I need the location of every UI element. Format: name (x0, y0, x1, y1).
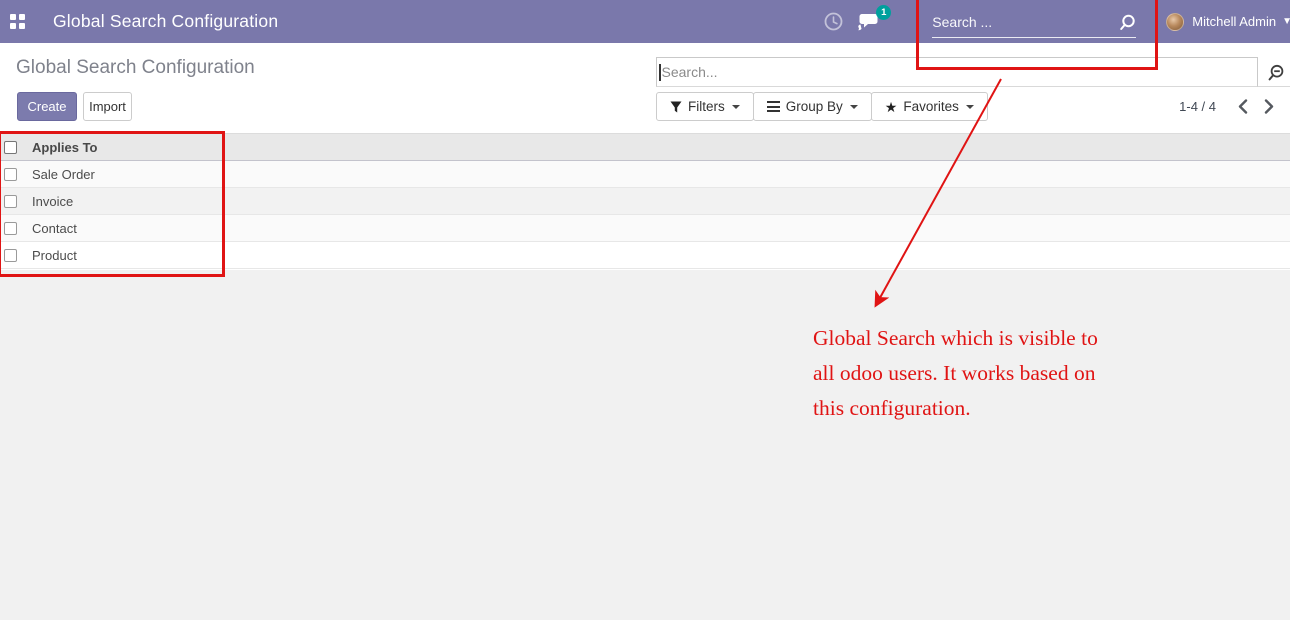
global-search-magnifier-icon[interactable] (1119, 14, 1136, 31)
apps-menu-icon[interactable] (10, 14, 25, 29)
row-checkbox[interactable] (4, 168, 17, 181)
user-avatar (1166, 13, 1184, 31)
row-label: Contact (32, 221, 77, 236)
filters-dropdown[interactable]: Filters (656, 92, 754, 121)
caret-down-icon (850, 105, 858, 109)
toggle-search-options-icon[interactable] (1264, 61, 1288, 85)
caret-down-icon (732, 105, 740, 109)
column-header-applies-to: Applies To (32, 140, 97, 155)
favorites-star-icon: ★ (885, 100, 898, 114)
pager-next-icon[interactable] (1256, 92, 1282, 121)
global-search-box (912, 0, 1152, 43)
annotation-line-3: this configuration. (813, 391, 1098, 426)
app-title: Global Search Configuration (53, 11, 278, 32)
row-label: Product (32, 248, 77, 263)
annotation-line-1: Global Search which is visible to (813, 321, 1098, 356)
activity-clock-icon[interactable] (818, 0, 848, 43)
list-row-contact[interactable]: Contact (0, 215, 1290, 242)
pager-range: 1-4 / 4 (1179, 99, 1216, 114)
list-search-box (656, 57, 1258, 87)
list-row-sale-order[interactable]: Sale Order (0, 161, 1290, 188)
row-checkbox[interactable] (4, 249, 17, 262)
odoo-app-window: Global Search Configuration 1 (0, 0, 1290, 620)
caret-down-icon (966, 105, 974, 109)
select-all-checkbox[interactable] (4, 141, 17, 154)
control-panel: Global Search Configuration Create Impor… (0, 43, 1290, 133)
group-by-bars-icon (767, 101, 780, 112)
group-by-dropdown[interactable]: Group By (753, 92, 872, 121)
favorites-dropdown[interactable]: ★ Favorites (871, 92, 988, 121)
list-row-product[interactable]: Product (0, 242, 1290, 269)
annotation-text: Global Search which is visible to all od… (813, 321, 1098, 426)
filter-funnel-icon (670, 101, 682, 113)
messages-icon[interactable]: 1 (854, 0, 884, 43)
pager: 1-4 / 4 (1179, 92, 1282, 121)
search-filter-buttons: Filters Group By ★ Favorites (656, 92, 988, 121)
row-checkbox[interactable] (4, 195, 17, 208)
user-menu[interactable]: Mitchell Admin ▼ (1166, 13, 1288, 31)
user-menu-caret-icon: ▼ (1282, 16, 1290, 27)
list-search-input[interactable] (661, 64, 1258, 80)
breadcrumb-title: Global Search Configuration (16, 57, 255, 79)
group-by-label: Group By (786, 99, 843, 114)
list-view: Applies To Sale Order Invoice Contact Pr… (0, 133, 1290, 269)
list-row-invoice[interactable]: Invoice (0, 188, 1290, 215)
top-navbar: Global Search Configuration 1 (0, 0, 1290, 43)
create-button[interactable]: Create (17, 92, 77, 121)
row-label: Invoice (32, 194, 73, 209)
user-name: Mitchell Admin (1192, 14, 1276, 29)
filters-label: Filters (688, 99, 725, 114)
annotation-line-2: all odoo users. It works based on (813, 356, 1098, 391)
import-button[interactable]: Import (83, 92, 132, 121)
row-checkbox[interactable] (4, 222, 17, 235)
global-search-input[interactable] (932, 14, 1119, 30)
list-search-area (656, 57, 1290, 87)
messages-badge: 1 (876, 5, 891, 20)
list-header-row: Applies To (0, 133, 1290, 161)
row-label: Sale Order (32, 167, 95, 182)
favorites-label: Favorites (903, 99, 959, 114)
pager-previous-icon[interactable] (1230, 92, 1256, 121)
